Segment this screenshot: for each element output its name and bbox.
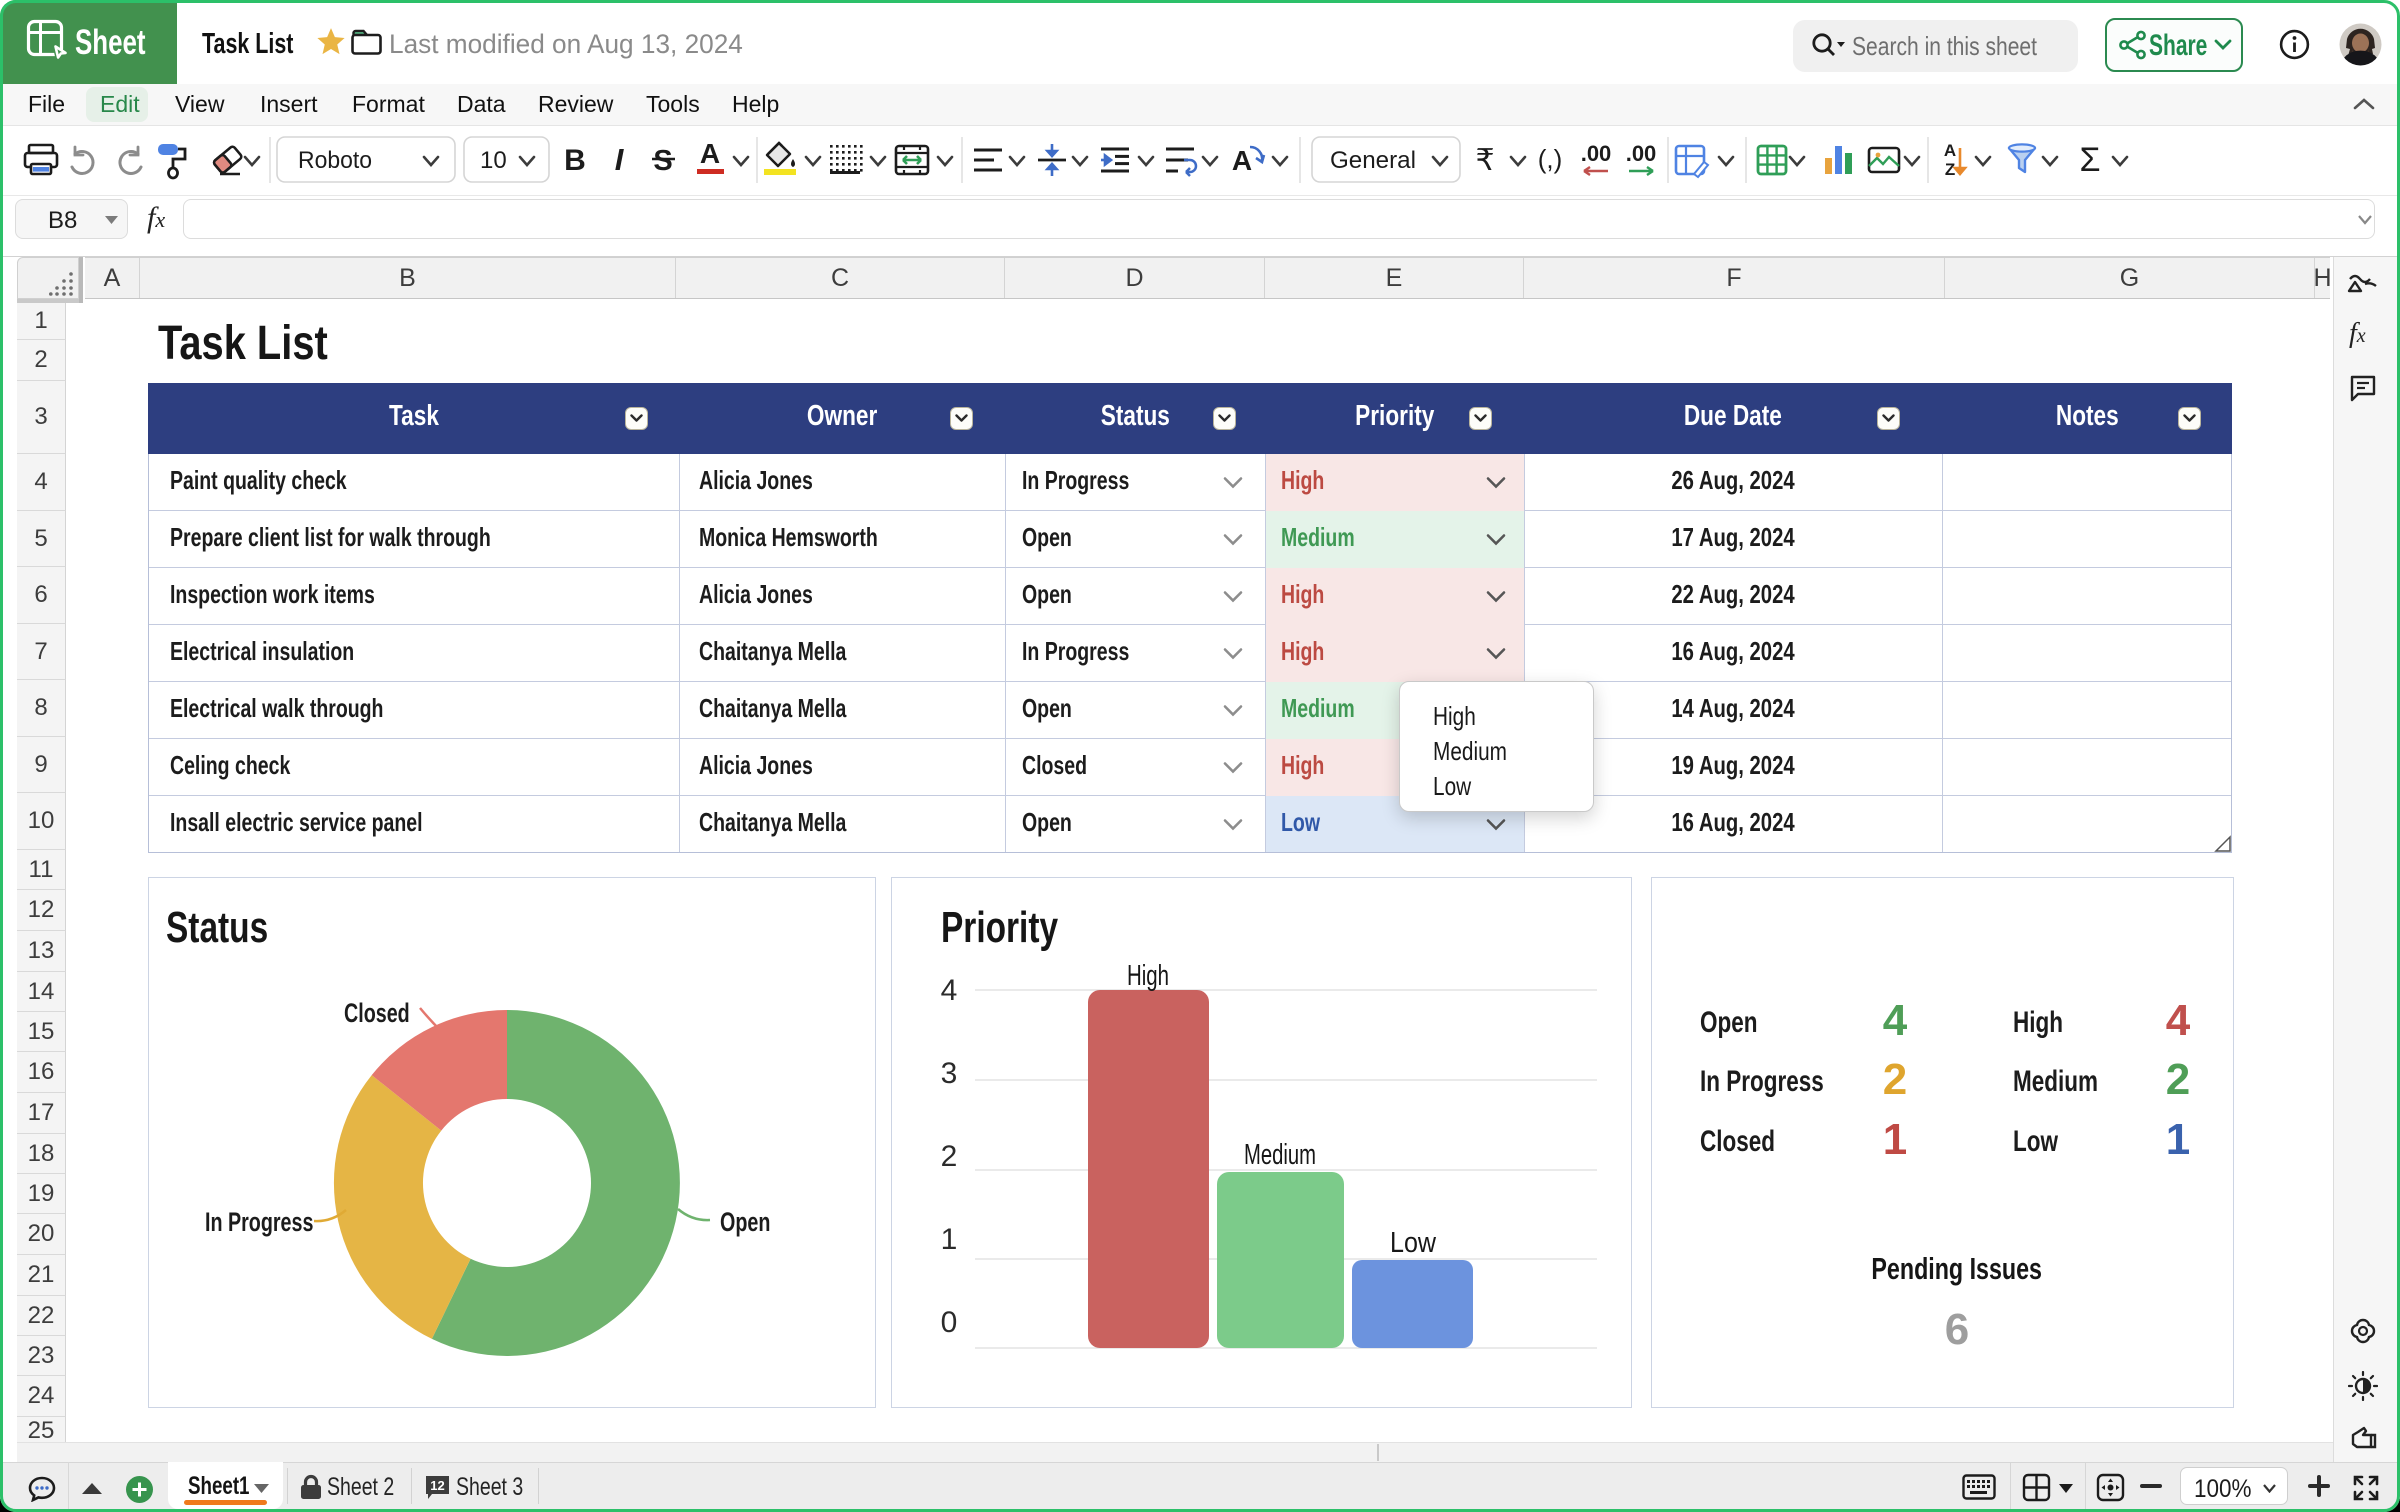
svg-text:General: General <box>1330 147 1416 174</box>
svg-text:Roboto: Roboto <box>298 147 372 174</box>
svg-text:High: High <box>1127 960 1169 992</box>
svg-text:12: 12 <box>430 1478 444 1493</box>
svg-text:.00: .00 <box>1581 141 1612 166</box>
svg-text:Medium: Medium <box>1244 1139 1316 1171</box>
svg-text:1: 1 <box>941 1223 958 1256</box>
svg-text:.00: .00 <box>1626 141 1657 166</box>
svg-text:₹: ₹ <box>1475 144 1494 177</box>
svg-text:A: A <box>700 138 720 169</box>
svg-text:Z: Z <box>1945 160 1955 179</box>
svg-text:0: 0 <box>941 1306 958 1339</box>
svg-text:4: 4 <box>941 974 958 1007</box>
svg-text:S: S <box>653 145 672 177</box>
svg-text:A: A <box>1944 141 1956 160</box>
svg-text:A: A <box>1232 145 1252 176</box>
svg-text:I: I <box>615 142 625 177</box>
svg-text:10: 10 <box>480 147 507 174</box>
svg-text:2: 2 <box>941 1140 958 1173</box>
svg-text:Σ: Σ <box>2079 141 2100 179</box>
svg-text:3: 3 <box>941 1057 958 1090</box>
svg-text:B: B <box>564 144 586 177</box>
svg-text:Low: Low <box>1390 1227 1437 1259</box>
svg-text:(,): (,) <box>1538 144 1563 174</box>
